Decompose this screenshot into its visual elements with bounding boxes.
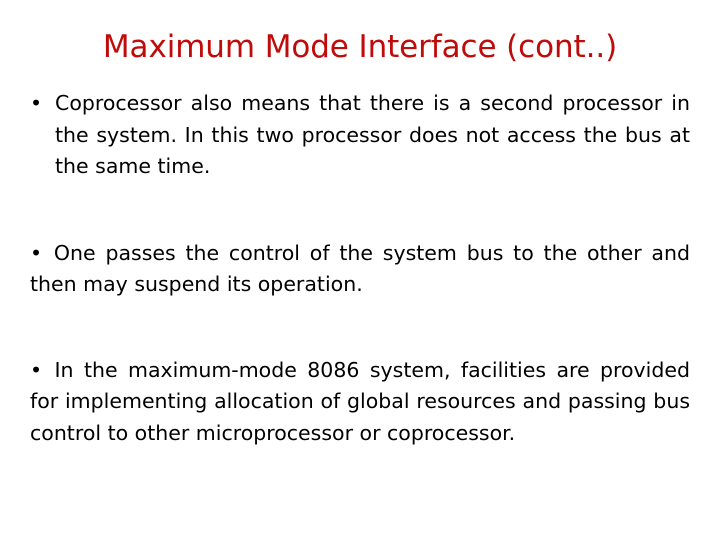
bullet-paragraph-2: • One passes the control of the system b… — [30, 238, 690, 301]
slide-canvas: Maximum Mode Interface (cont..) • Coproc… — [0, 0, 720, 540]
slide-body: • Coprocessor also means that there is a… — [30, 88, 690, 449]
bullet-paragraph-3-text: In the maximum-mode 8086 system, facilit… — [30, 357, 690, 445]
bullet-paragraph-1-text: Coprocessor also means that there is a s… — [55, 91, 690, 178]
bullet-paragraph-2-text: One passes the control of the system bus… — [30, 240, 690, 297]
bullet-icon: • — [30, 91, 43, 115]
slide-title: Maximum Mode Interface (cont..) — [102, 29, 618, 65]
bullet-paragraph-3: • In the maximum-mode 8086 system, facil… — [30, 355, 690, 450]
bullet-icon: • — [30, 240, 43, 265]
bullet-icon: • — [30, 357, 43, 382]
bullet-paragraph-1: • Coprocessor also means that there is a… — [30, 88, 690, 183]
